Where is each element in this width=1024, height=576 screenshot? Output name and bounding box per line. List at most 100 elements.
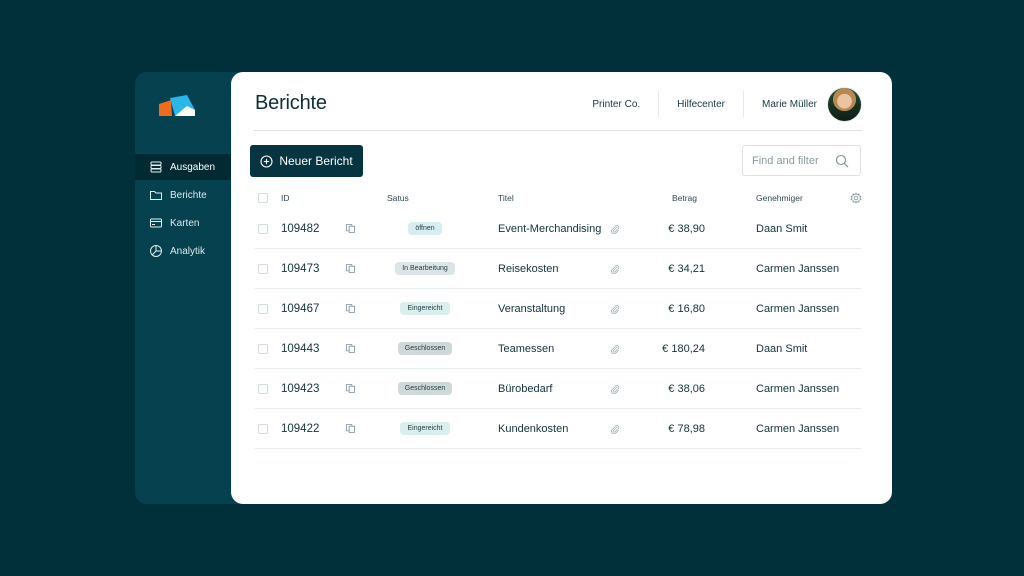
folder-icon — [149, 188, 163, 202]
table-header-row: ID Satus Titel Betrag Genehmiger — [255, 187, 862, 209]
sidebar: Ausgaben Berichte Karten Analytik — [135, 72, 245, 504]
table-row[interactable]: 109423 Geschlossen Bürobedarf € 38,06 Carmen… — [255, 369, 861, 409]
header-divider — [253, 130, 862, 131]
report-title: Reisekosten — [498, 262, 559, 275]
report-approver: Carmen Janssen — [756, 262, 840, 275]
status-badge: Eingereicht — [400, 302, 450, 315]
table-row[interactable]: 109482 öffnen Event-Merchandising € 38,90 Da… — [255, 209, 861, 249]
table-body: 109482 öffnen Event-Merchandising € 38,90 Da… — [255, 209, 861, 449]
report-title: Kundenkosten — [498, 422, 569, 435]
sidebar-item-ausgaben[interactable]: Ausgaben — [135, 154, 245, 180]
row-checkbox[interactable] — [258, 209, 269, 248]
copy-icon[interactable] — [345, 369, 357, 408]
report-title: Bürobedarf — [498, 382, 553, 395]
plus-circle-icon — [260, 154, 273, 168]
reports-table: ID Satus Titel Betrag Genehmiger 109482 ö… — [255, 187, 862, 449]
report-amount: € 34,21 — [668, 262, 705, 275]
paperclip-icon[interactable] — [610, 369, 622, 408]
pie-chart-icon — [149, 244, 163, 258]
status-badge: öffnen — [408, 222, 442, 235]
table-row[interactable]: 109473 In Bearbeitung Reisekosten € 34,21 Ca… — [255, 249, 861, 289]
report-title: Event-Merchandising — [498, 222, 602, 235]
table-row[interactable]: 109443 Geschlossen Teamessen € 180,24 Daan S… — [255, 329, 861, 369]
report-approver: Daan Smit — [756, 342, 808, 355]
sidebar-item-karten[interactable]: Karten — [135, 210, 245, 236]
column-header-title[interactable]: Titel — [498, 187, 514, 209]
copy-icon[interactable] — [345, 289, 357, 328]
table-row[interactable]: 109422 Eingereicht Kundenkosten € 78,98 Carm… — [255, 409, 861, 449]
row-checkbox[interactable] — [258, 329, 269, 368]
main-panel: Berichte Printer Co. Hilfecenter Marie M… — [231, 72, 892, 504]
paperclip-icon[interactable] — [610, 329, 622, 368]
copy-icon[interactable] — [345, 329, 357, 368]
status-cell: Eingereicht — [385, 289, 465, 328]
report-approver: Carmen Janssen — [756, 382, 840, 395]
company-link[interactable]: Printer Co. — [574, 91, 658, 117]
sidebar-item-label: Ausgaben — [170, 161, 216, 173]
status-cell: Geschlossen — [385, 329, 465, 368]
page-title: Berichte — [255, 92, 327, 114]
paperclip-icon[interactable] — [610, 289, 622, 328]
report-amount: € 38,06 — [668, 382, 705, 395]
report-id: 109473 — [281, 262, 320, 275]
gear-icon[interactable] — [850, 187, 862, 209]
help-center-link[interactable]: Hilfecenter — [659, 91, 743, 117]
search-input[interactable]: Find and filter — [742, 145, 861, 176]
report-approver: Carmen Janssen — [756, 302, 840, 315]
top-navigation: Printer Co. Hilfecenter Marie Müller — [574, 84, 862, 124]
status-badge: Geschlossen — [397, 342, 453, 355]
column-header-id[interactable]: ID — [281, 187, 290, 209]
avatar[interactable] — [827, 86, 862, 122]
status-cell: In Bearbeitung — [385, 249, 465, 288]
report-title: Veranstaltung — [498, 302, 566, 315]
status-cell: Geschlossen — [385, 369, 465, 408]
search-icon — [835, 154, 849, 167]
paperclip-icon[interactable] — [610, 209, 622, 248]
report-id: 109422 — [281, 422, 320, 435]
table-row[interactable]: 109467 Eingereicht Veranstaltung € 16,80 Car… — [255, 289, 861, 329]
report-amount: € 38,90 — [668, 222, 705, 235]
search-placeholder: Find and filter — [752, 154, 819, 167]
report-approver: Daan Smit — [756, 222, 808, 235]
sidebar-item-berichte[interactable]: Berichte — [135, 182, 245, 208]
new-report-button[interactable]: Neuer Bericht — [250, 145, 363, 177]
user-name[interactable]: Marie Müller — [744, 91, 835, 117]
report-id: 109482 — [281, 222, 320, 235]
report-amount: € 16,80 — [668, 302, 705, 315]
sidebar-item-label: Karten — [170, 217, 200, 229]
paperclip-icon[interactable] — [610, 409, 622, 448]
row-checkbox[interactable] — [258, 369, 269, 408]
copy-icon[interactable] — [345, 209, 357, 248]
row-checkbox[interactable] — [258, 409, 269, 448]
logo-icon — [159, 95, 195, 116]
select-all-checkbox[interactable] — [258, 187, 269, 209]
report-amount: € 78,98 — [668, 422, 705, 435]
sidebar-item-label: Analytik — [170, 245, 206, 257]
sidebar-nav: Ausgaben Berichte Karten Analytik — [135, 154, 245, 266]
report-title: Teamessen — [498, 342, 555, 355]
copy-icon[interactable] — [345, 249, 357, 288]
report-id: 109423 — [281, 382, 320, 395]
status-cell: öffnen — [385, 209, 465, 248]
column-header-amount[interactable]: Betrag — [637, 187, 697, 209]
column-header-status[interactable]: Satus — [387, 187, 467, 209]
report-id: 109443 — [281, 342, 320, 355]
app-window: Ausgaben Berichte Karten Analytik Berich… — [135, 72, 892, 504]
new-report-label: Neuer Bericht — [279, 154, 353, 168]
coins-icon — [149, 160, 163, 174]
report-id: 109467 — [281, 302, 320, 315]
report-amount: € 180,24 — [662, 342, 705, 355]
report-approver: Carmen Janssen — [756, 422, 840, 435]
credit-card-icon — [149, 216, 163, 230]
status-badge: Eingereicht — [400, 422, 450, 435]
column-header-approver[interactable]: Genehmiger — [756, 187, 803, 209]
row-checkbox[interactable] — [258, 249, 269, 288]
paperclip-icon[interactable] — [610, 249, 622, 288]
sidebar-item-label: Berichte — [170, 189, 207, 201]
row-checkbox[interactable] — [258, 289, 269, 328]
status-cell: Eingereicht — [385, 409, 465, 448]
status-badge: In Bearbeitung — [395, 262, 455, 275]
copy-icon[interactable] — [345, 409, 357, 448]
sidebar-item-analytik[interactable]: Analytik — [135, 238, 245, 264]
status-badge: Geschlossen — [397, 382, 453, 395]
